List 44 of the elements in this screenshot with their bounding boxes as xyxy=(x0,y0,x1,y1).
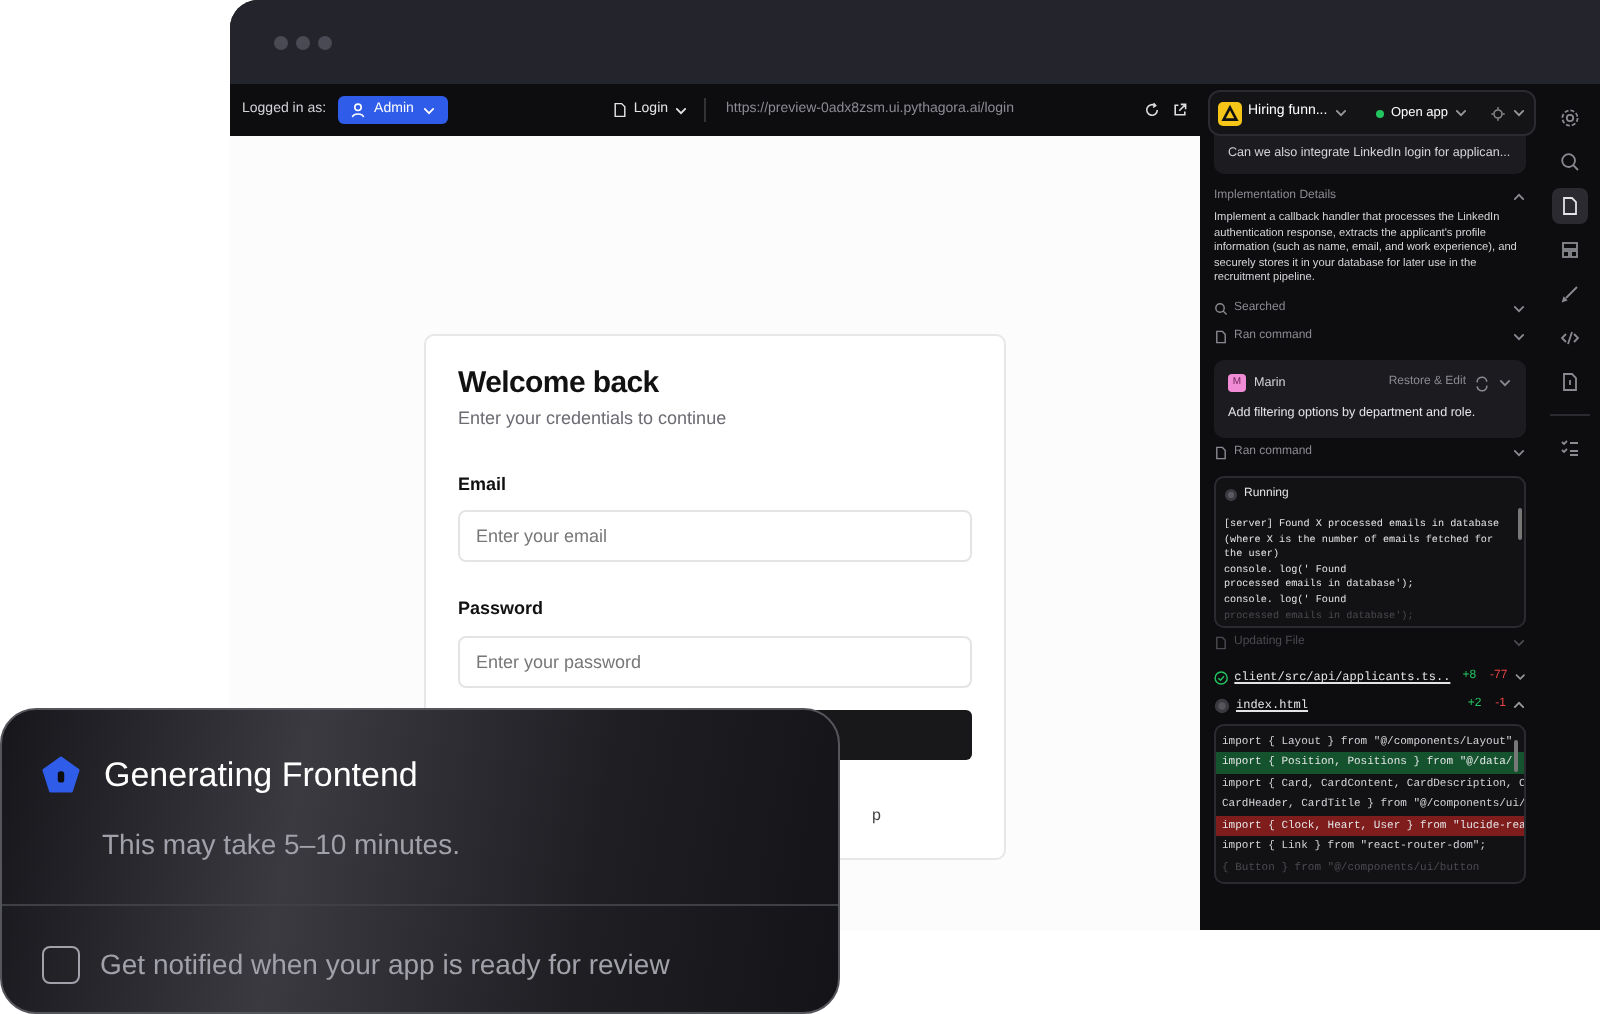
checklist-icon xyxy=(1560,438,1580,458)
field-label: Email xyxy=(458,471,509,497)
chevron-icon[interactable] xyxy=(1498,376,1512,391)
scrollbar-thumb[interactable] xyxy=(1514,739,1518,772)
caret-icon xyxy=(674,103,689,117)
notification-subtitle: This may take 5–10 minutes. xyxy=(100,825,462,864)
layout-icon xyxy=(1560,240,1580,260)
gear-icon xyxy=(1560,108,1580,128)
caret-icon xyxy=(1333,106,1348,120)
chevron-icon[interactable] xyxy=(1512,445,1526,460)
file-icon xyxy=(1214,329,1228,344)
caret-icon xyxy=(1454,106,1468,120)
user-icon xyxy=(350,102,367,118)
reload-icon[interactable] xyxy=(1144,102,1160,118)
file-icon xyxy=(1214,445,1228,460)
chevron-icon[interactable] xyxy=(1512,698,1526,713)
page-icon xyxy=(611,102,628,118)
login-subtitle: Enter your credentials to continue xyxy=(458,406,729,432)
spinner-icon xyxy=(1224,487,1238,502)
brush-icon xyxy=(1560,284,1580,304)
input-field[interactable]: Enter your email xyxy=(458,510,972,562)
caret-icon xyxy=(1512,106,1526,120)
file-info-icon xyxy=(1560,372,1580,392)
document-icon xyxy=(1560,196,1580,216)
search-icon xyxy=(1560,152,1580,172)
caret-icon xyxy=(421,103,436,117)
scrollbar-thumb[interactable] xyxy=(1518,507,1522,540)
chevron-icon[interactable] xyxy=(1512,189,1526,203)
rail-button[interactable] xyxy=(1552,188,1588,224)
login-title: Welcome back xyxy=(458,364,661,404)
logo-icon xyxy=(1218,101,1242,125)
code-icon xyxy=(1560,328,1580,348)
status-dot-icon xyxy=(1376,109,1385,117)
sign-up-link[interactable]: p xyxy=(872,803,881,827)
checkbox-label: Get notified when your app is ready for review xyxy=(100,945,670,984)
chevron-icon[interactable] xyxy=(1513,670,1526,685)
search-icon xyxy=(1214,301,1228,316)
input-field[interactable]: Enter your password xyxy=(458,635,972,687)
field-label: Password xyxy=(458,596,546,622)
notification-title: Generating Frontend xyxy=(104,754,418,798)
file-icon xyxy=(1214,635,1228,650)
pentagon-icon xyxy=(42,756,80,795)
checkbox[interactable] xyxy=(42,945,80,983)
external-link-icon[interactable] xyxy=(1172,102,1188,118)
